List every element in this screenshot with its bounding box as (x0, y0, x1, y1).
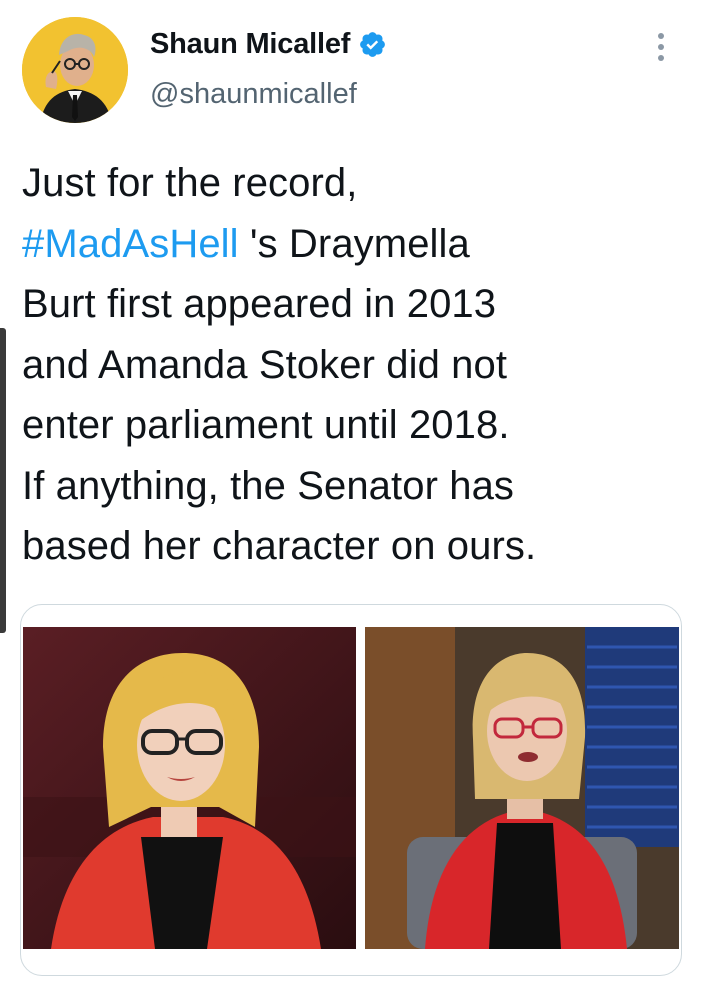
media-photo-2[interactable] (365, 627, 679, 949)
tweet-text-rest: 's Draymella Burt first appeared in 2013… (22, 221, 537, 569)
tweet-text-intro: Just for the record, (22, 161, 358, 205)
avatar[interactable] (22, 17, 128, 123)
media-card[interactable] (20, 604, 682, 976)
hashtag-link[interactable]: #MadAsHell (22, 222, 239, 266)
tweet-header: Shaun Micallef @shaunmicallef (150, 26, 387, 112)
tweet-body: Just for the record, #MadAsHell 's Draym… (22, 153, 662, 577)
display-name[interactable]: Shaun Micallef (150, 26, 350, 62)
tweet[interactable]: Shaun Micallef @shaunmicallef Just for t… (0, 0, 701, 1000)
media-photo-1[interactable] (23, 627, 356, 949)
handle[interactable]: @shaunmicallef (150, 76, 387, 112)
verified-badge-icon (360, 31, 386, 57)
more-vertical-icon[interactable] (653, 30, 669, 64)
